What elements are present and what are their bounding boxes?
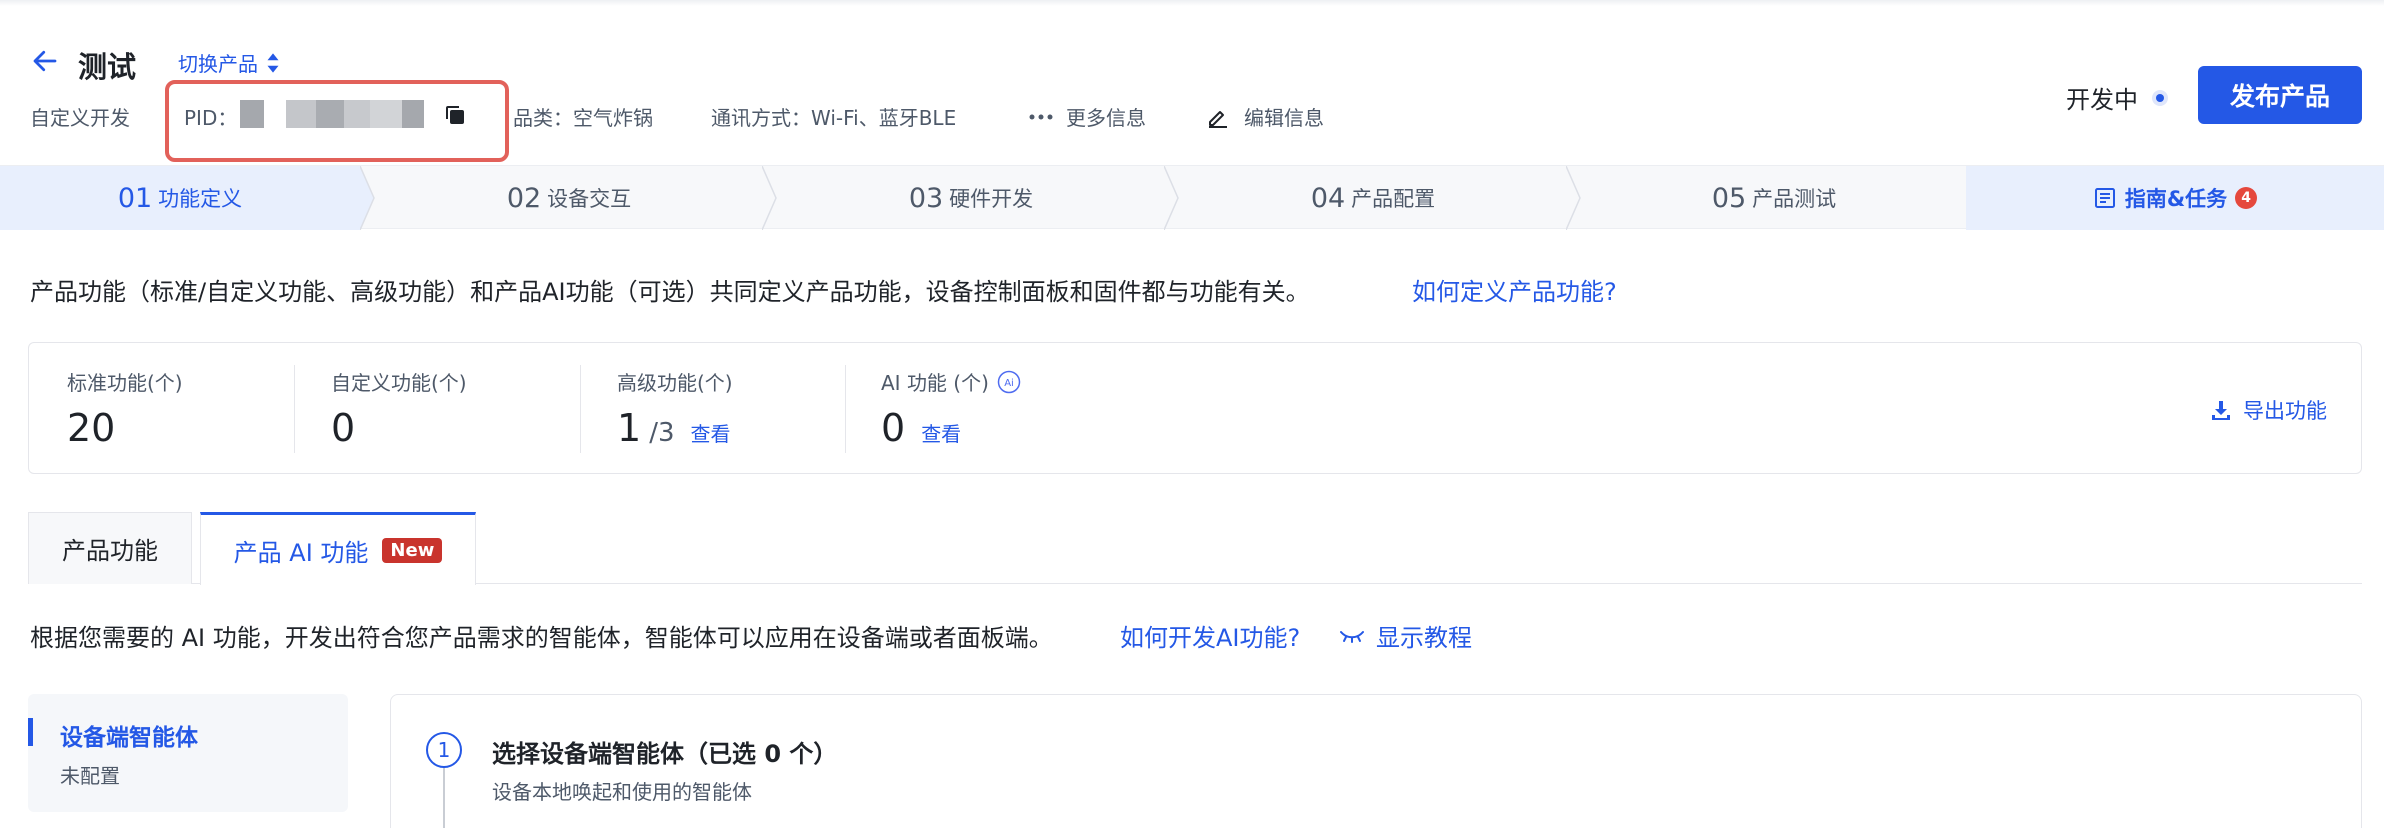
back-arrow-icon[interactable] [30, 46, 60, 76]
document-list-icon [2094, 188, 2115, 208]
communication-label: 通讯方式：Wi-Fi、蓝牙BLE [711, 106, 957, 130]
side-menu-item-device-agent[interactable] [28, 694, 348, 812]
stat-value: 1 [617, 406, 642, 450]
tutorial-label: 显示教程 [1376, 624, 1472, 652]
step-number-circle: 1 [426, 732, 462, 768]
stat-label: 高级功能(个) [617, 371, 733, 395]
step-number: 02 [506, 182, 542, 214]
divider [294, 365, 295, 453]
side-menu-status: 未配置 [60, 764, 120, 788]
closed-eye-icon [1340, 630, 1364, 643]
ellipsis-icon [1029, 114, 1053, 119]
step-connector-line [443, 768, 445, 828]
step-product-testing[interactable]: 05 产品测试 [1582, 166, 1966, 230]
stat-label: AI 功能 (个) [881, 371, 989, 395]
step-label: 产品测试 [1752, 187, 1837, 211]
stat-value: 0 [881, 406, 906, 450]
publish-product-button[interactable]: 发布产品 [2198, 66, 2362, 124]
new-badge: New [382, 537, 443, 563]
pid-label: PID： [184, 106, 238, 130]
export-functions-button[interactable]: 导出功能 [2209, 395, 2327, 425]
stat-ai: AI 功能 (个) Ai 0 查看 [881, 367, 1021, 450]
tab-label: 产品功能 [62, 537, 158, 565]
step-separator-icon [1164, 166, 1179, 230]
show-tutorial-button[interactable]: 显示教程 [1338, 618, 1472, 653]
ai-icon: Ai [997, 370, 1021, 393]
dev-type-label: 自定义开发 [30, 106, 130, 130]
step-device-interaction[interactable]: 02 设备交互 [376, 166, 762, 230]
top-shadow [0, 0, 2384, 6]
pid-value-masked [240, 100, 424, 128]
step-number: 04 [1310, 182, 1346, 214]
step-separator-icon [1566, 166, 1581, 230]
edit-info-link[interactable]: 编辑信息 [1206, 102, 1324, 131]
stat-advanced: 高级功能(个) 1 /3 查看 [617, 367, 733, 450]
view-advanced-link[interactable]: 查看 [691, 418, 731, 447]
stat-label: 自定义功能(个) [331, 371, 467, 395]
step-number: 03 [908, 182, 944, 214]
agent-selection-subtitle: 设备本地唤起和使用的智能体 [492, 780, 752, 804]
how-to-define-link[interactable]: 如何定义产品功能? [1412, 272, 1617, 307]
stat-custom: 自定义功能(个) 0 [331, 367, 467, 450]
stat-total: /3 [649, 418, 675, 448]
copy-icon[interactable] [444, 104, 466, 126]
step-label: 产品配置 [1351, 187, 1436, 211]
step-number: 05 [1711, 182, 1747, 214]
agent-selection-title: 选择设备端智能体（已选 0 个） [492, 740, 838, 768]
function-tabs: 产品功能 产品 AI 功能 New [28, 512, 2362, 585]
stat-label: 标准功能(个) [67, 371, 183, 395]
progress-steps: 01 功能定义 02 设备交互 03 硬件开发 04 产品配置 05 产品测试 … [0, 165, 2384, 230]
side-active-indicator [28, 718, 33, 746]
step-separator-icon [360, 166, 375, 230]
page-title: 测试 [78, 50, 137, 84]
dev-status-label: 开发中 [2066, 86, 2138, 114]
how-to-develop-ai-link[interactable]: 如何开发AI功能? [1120, 618, 1300, 653]
side-menu-title: 设备端智能体 [60, 725, 198, 751]
switch-product-button[interactable]: 切换产品 [178, 48, 280, 77]
stat-value: 20 [67, 406, 116, 450]
step-label: 功能定义 [158, 187, 243, 211]
edit-info-label: 编辑信息 [1244, 106, 1324, 130]
step-label: 设备交互 [547, 187, 632, 211]
ai-description-text: 根据您需要的 AI 功能，开发出符合您产品需求的智能体，智能体可以应用在设备端或… [30, 624, 1053, 652]
view-ai-link[interactable]: 查看 [921, 418, 961, 447]
guide-count-badge: 4 [2235, 187, 2258, 209]
tab-product-ai[interactable]: 产品 AI 功能 New [200, 512, 476, 585]
status-dot-icon [2152, 89, 2168, 106]
edit-pen-icon [1209, 110, 1227, 128]
function-intro-text: 产品功能（标准/自定义功能、高级功能）和产品AI功能（可选）共同定义产品功能，设… [30, 278, 1310, 306]
tab-product-functions[interactable]: 产品功能 [28, 512, 192, 584]
stat-standard: 标准功能(个) 20 [67, 367, 183, 450]
step-label: 硬件开发 [949, 187, 1034, 211]
step-hardware-development[interactable]: 03 硬件开发 [778, 166, 1164, 230]
tab-label: 产品 AI 功能 [233, 538, 369, 567]
switch-product-label: 切换产品 [178, 52, 258, 76]
function-stats-card: 标准功能(个) 20 自定义功能(个) 0 高级功能(个) 1 /3 查看 AI… [28, 342, 2362, 474]
divider [580, 365, 581, 453]
category-label: 品类：空气炸锅 [513, 106, 653, 130]
step-number: 01 [117, 182, 153, 214]
step-product-configuration[interactable]: 04 产品配置 [1180, 166, 1566, 230]
guide-tasks-button[interactable]: 指南&任务 4 [1966, 166, 2384, 230]
dev-status: 开发中 [2066, 80, 2168, 115]
divider [845, 365, 846, 453]
svg-text:Ai: Ai [1004, 378, 1014, 389]
stat-value: 0 [331, 406, 356, 450]
download-icon [2212, 401, 2230, 420]
guide-tasks-label: 指南&任务 [2124, 187, 2228, 211]
export-label: 导出功能 [2243, 399, 2327, 423]
more-info-label: 更多信息 [1066, 106, 1146, 130]
sort-caret-icon [267, 52, 279, 73]
more-info-link[interactable]: 更多信息 [1028, 102, 1146, 131]
step-function-definition[interactable]: 01 功能定义 [0, 166, 360, 230]
step-separator-icon [762, 166, 777, 230]
